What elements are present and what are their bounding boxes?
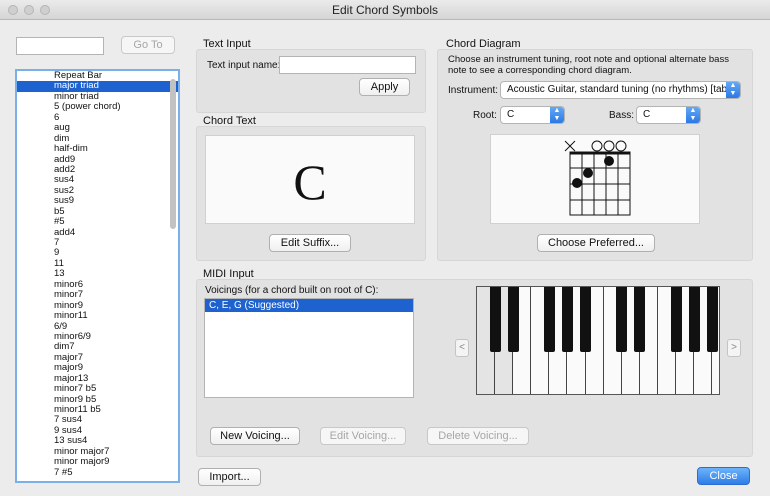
list-item[interactable]: add4 [17, 227, 178, 238]
list-item[interactable]: #5 [17, 216, 178, 227]
list-item[interactable]: minor9 [17, 300, 178, 311]
list-item[interactable]: minor11 b5 [17, 404, 178, 415]
chord-text-preview: C [205, 135, 415, 224]
keyboard-scroll-left-button[interactable]: < [455, 339, 469, 357]
list-item[interactable]: 6 [17, 112, 178, 123]
edit-chord-symbols-window: Edit Chord Symbols Go To Repeat Bar major… [0, 0, 770, 496]
instrument-popup[interactable]: Acoustic Guitar, standard tuning (no rhy… [500, 81, 741, 99]
list-item[interactable]: 7 [17, 237, 178, 248]
text-input-name-field[interactable] [279, 56, 416, 74]
new-voicing-button[interactable]: New Voicing... [210, 427, 300, 445]
apply-button[interactable]: Apply [359, 78, 410, 96]
voicing-item[interactable]: C, E, G (Suggested) [205, 299, 413, 312]
window-title: Edit Chord Symbols [331, 3, 439, 17]
root-popup[interactable]: C ▲ ▼ [500, 106, 565, 124]
list-item[interactable]: dim [17, 133, 178, 144]
popup-arrows-icon: ▲ ▼ [726, 82, 740, 98]
guitar-chord-diagram-icon [564, 140, 631, 216]
instrument-value: Acoustic Guitar, standard tuning (no rhy… [507, 84, 730, 95]
edit-suffix-button[interactable]: Edit Suffix... [269, 234, 351, 252]
text-input-name-label: Text input name: [207, 60, 281, 71]
list-item[interactable]: 7 sus4 [17, 414, 178, 425]
chord-diagram-description: Choose an instrument tuning, root note a… [448, 54, 729, 76]
import-button[interactable]: Import... [198, 468, 261, 486]
list-item[interactable]: dim7 [17, 341, 178, 352]
list-item[interactable]: b5 [17, 206, 178, 217]
list-item[interactable]: aug [17, 122, 178, 133]
black-key[interactable] [543, 287, 555, 352]
keyboard-scroll-right-button[interactable]: > [727, 339, 741, 357]
black-key[interactable] [688, 287, 700, 352]
chord-symbol-preview: C [293, 154, 327, 210]
bass-value: C [643, 109, 651, 120]
list-item[interactable]: 13 [17, 268, 178, 279]
black-key[interactable] [670, 287, 682, 352]
list-item[interactable]: 5 (power chord) [17, 101, 178, 112]
piano-keyboard-icon[interactable] [476, 286, 720, 395]
list-scrollbar[interactable] [170, 79, 176, 229]
list-item[interactable]: minor7 [17, 289, 178, 300]
voicings-list[interactable]: C, E, G (Suggested) [204, 298, 414, 398]
list-item[interactable]: add9 [17, 154, 178, 165]
delete-voicing-button[interactable]: Delete Voicing... [427, 427, 529, 445]
list-item[interactable]: major13 [17, 373, 178, 384]
list-item[interactable]: 11 [17, 258, 178, 269]
black-key[interactable] [507, 287, 519, 352]
black-key[interactable] [706, 287, 718, 352]
list-item[interactable]: 6/9 [17, 321, 178, 332]
root-value: C [507, 109, 515, 120]
root-label: Root: [473, 110, 497, 121]
list-item[interactable]: 7 #5 [17, 467, 178, 478]
text-input-group: Text input name: Apply [196, 49, 426, 113]
voicings-label: Voicings (for a chord built on root of C… [205, 285, 379, 296]
black-key[interactable] [634, 287, 646, 352]
list-item[interactable]: 9 [17, 247, 178, 258]
bass-popup[interactable]: C ▲ ▼ [636, 106, 701, 124]
list-item[interactable]: 9 sus4 [17, 425, 178, 436]
popup-arrows-icon: ▲ ▼ [550, 107, 564, 123]
chord-text-group: C Edit Suffix... [196, 126, 426, 261]
bass-label: Bass: [609, 110, 635, 121]
popup-arrows-icon: ▲ ▼ [686, 107, 700, 123]
list-item[interactable]: minor major9 [17, 456, 178, 467]
list-item[interactable]: half-dim [17, 143, 178, 154]
black-key[interactable] [562, 287, 573, 352]
list-item[interactable]: minor11 [17, 310, 178, 321]
chord-diagram-group: Choose an instrument tuning, root note a… [437, 49, 753, 261]
list-item[interactable]: sus9 [17, 195, 178, 206]
list-item[interactable]: major7 [17, 352, 178, 363]
chord-type-list[interactable]: Repeat Bar major triad minor triad 5 (power… [15, 69, 180, 483]
instrument-label: Instrument: [448, 85, 499, 96]
list-item[interactable]: minor6 [17, 279, 178, 290]
list-item[interactable]: add2 [17, 164, 178, 175]
edit-voicing-button[interactable]: Edit Voicing... [320, 427, 406, 445]
list-item[interactable]: sus2 [17, 185, 178, 196]
black-key[interactable] [616, 287, 628, 352]
black-key[interactable] [489, 287, 501, 352]
close-button[interactable]: Close [697, 467, 750, 485]
black-key[interactable] [580, 287, 592, 352]
chord-diagram-preview [490, 134, 700, 224]
list-item[interactable]: major9 [17, 362, 178, 373]
go-to-button[interactable]: Go To [121, 36, 175, 54]
title-bar: Edit Chord Symbols [0, 0, 770, 20]
search-input[interactable] [16, 37, 104, 55]
list-item[interactable]: minor6/9 [17, 331, 178, 342]
list-item[interactable]: minor7 b5 [17, 383, 178, 394]
choose-preferred-button[interactable]: Choose Preferred... [537, 234, 655, 252]
list-item[interactable]: sus4 [17, 174, 178, 185]
